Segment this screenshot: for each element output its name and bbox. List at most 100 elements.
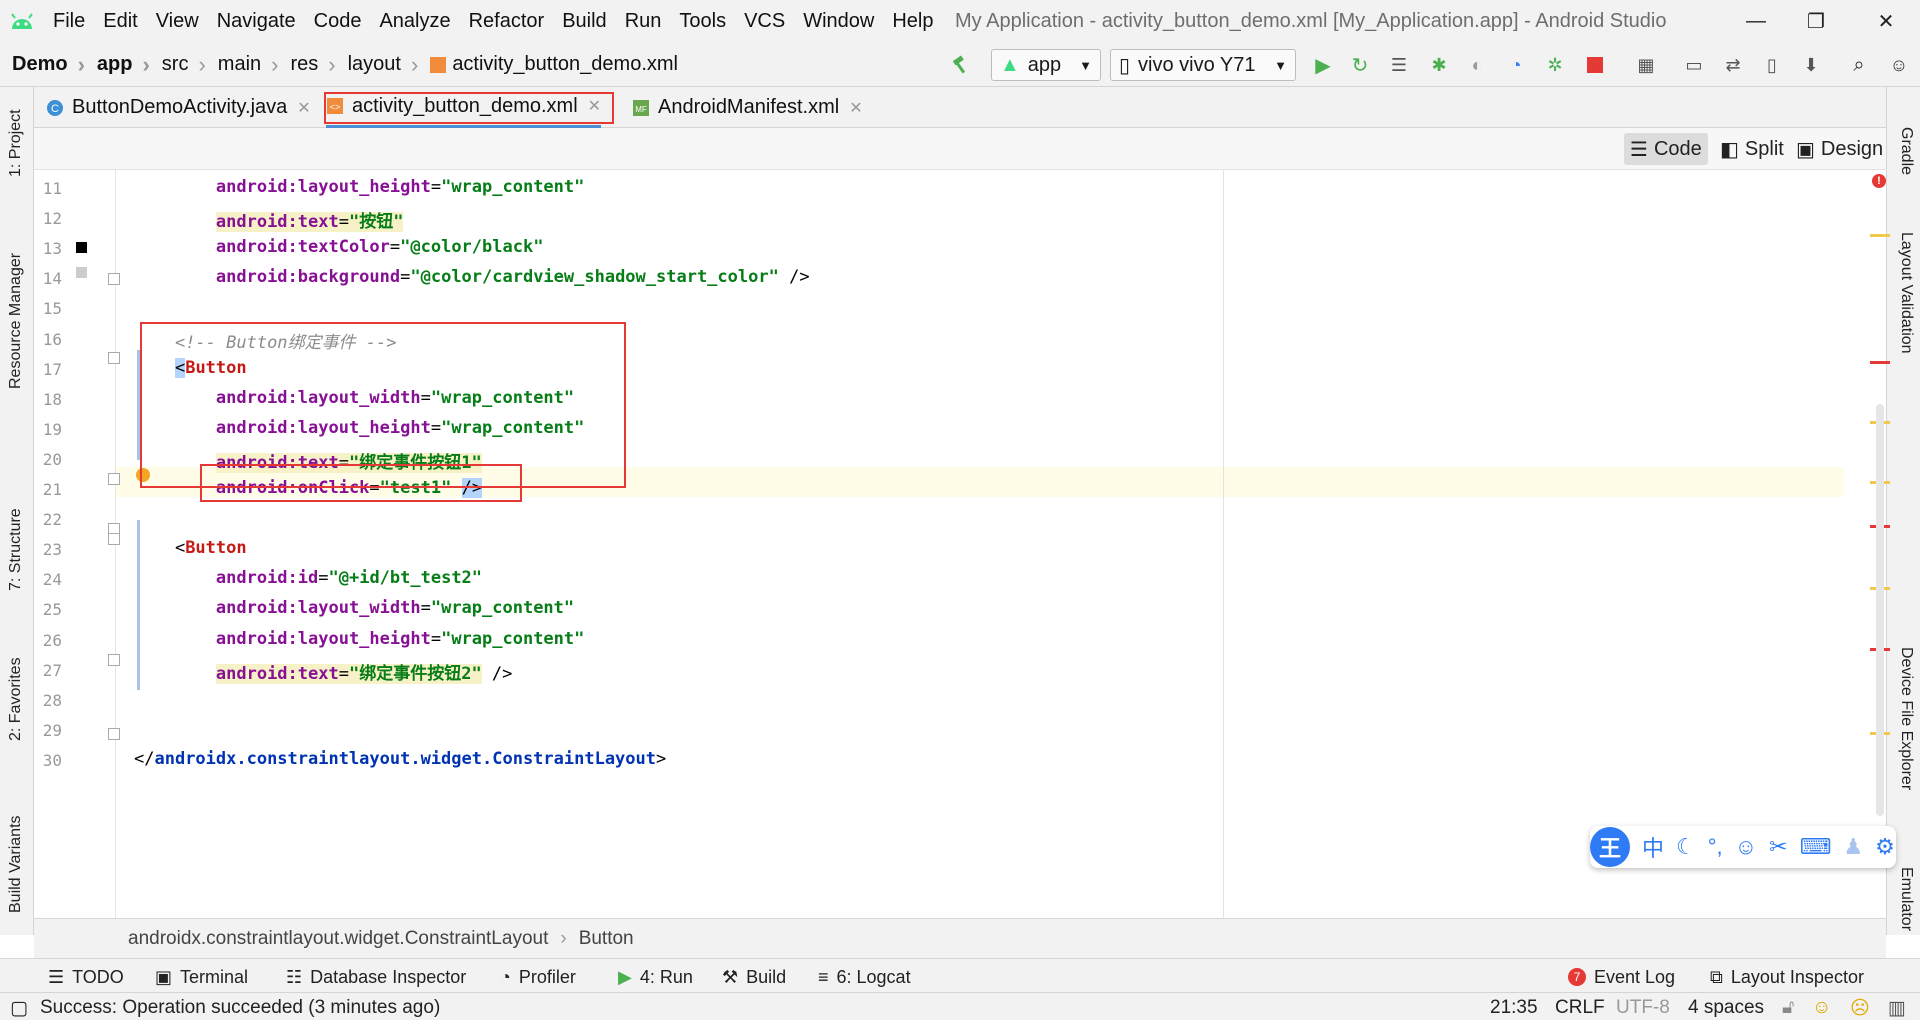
code-line[interactable]: <Button (134, 538, 247, 558)
profiler-tool-button[interactable]: ◔ Profiler (500, 965, 576, 989)
error-marker[interactable] (1870, 361, 1890, 364)
search-icon[interactable]: ⌕ (1848, 54, 1870, 76)
layout-inspector-tool-button[interactable]: ⧉ Layout Inspector (1710, 965, 1864, 989)
lock-icon[interactable]: 🔓︎ (1782, 997, 1794, 1019)
debug-icon[interactable]: ✱ (1428, 54, 1450, 76)
device-file-explorer-tool-button[interactable]: Device File Explorer (1897, 647, 1915, 790)
favorites-tool-button[interactable]: 2: Favorites (7, 657, 25, 741)
apply-code-changes-icon[interactable]: ☰ (1388, 54, 1410, 76)
error-indicator-icon[interactable]: ! (1872, 174, 1886, 188)
attach-debugger-icon[interactable]: ✲ (1544, 54, 1566, 76)
fold-marker-icon[interactable] (108, 352, 120, 364)
close-icon[interactable]: ✕ (1856, 0, 1916, 43)
run-tool-button[interactable]: ▶ 4: Run (618, 965, 693, 989)
emulator-tool-button[interactable]: Emulator (1897, 867, 1915, 931)
breadcrumb-item[interactable]: res › (278, 52, 335, 78)
run-configuration-select[interactable]: ▲ app ▼ (991, 49, 1101, 81)
menu-build[interactable]: Build (553, 10, 615, 33)
file-encoding[interactable]: UTF-8 (1616, 997, 1670, 1019)
code-mode-button[interactable]: ☰ Code (1624, 133, 1708, 165)
status-message[interactable]: Success: Operation succeeded (3 minutes … (40, 997, 440, 1019)
smile-icon[interactable]: ☺ (1812, 997, 1831, 1019)
event-log-tool-button[interactable]: 7 Event Log (1568, 965, 1675, 989)
code-editor[interactable]: 11 12 13 14 15 16 17 18 19 20 21 22 23 24 25 26 27 28 29 30… (34, 170, 1878, 918)
menu-edit[interactable]: Edit (94, 10, 146, 33)
user-icon[interactable]: ♟ (1843, 834, 1863, 860)
punctuation-icon[interactable]: °, (1708, 834, 1723, 860)
close-icon[interactable]: ✕ (297, 98, 310, 118)
menu-vcs[interactable]: VCS (735, 10, 794, 33)
apply-changes-icon[interactable]: ↻ (1349, 54, 1371, 77)
memory-indicator-icon[interactable]: ▥ (1888, 997, 1906, 1020)
breadcrumb-item[interactable]: app › (85, 52, 150, 78)
menu-tools[interactable]: Tools (670, 10, 735, 33)
avatar[interactable]: ☺ (1888, 54, 1910, 76)
line-separator[interactable]: CRLF (1555, 997, 1605, 1019)
indent-setting[interactable]: 4 spaces (1688, 997, 1764, 1019)
design-mode-button[interactable]: ▣ Design (1790, 133, 1889, 165)
todo-tool-button[interactable]: ☰ TODO (48, 965, 124, 989)
close-icon[interactable]: ✕ (849, 98, 862, 118)
project-structure-icon[interactable]: ▦ (1635, 54, 1657, 76)
layout-validation-tool-button[interactable]: Layout Validation (1897, 232, 1915, 354)
avd-manager-icon[interactable]: ▭ (1683, 54, 1705, 76)
breadcrumb-item[interactable]: activity_button_demo.xml (418, 53, 678, 76)
tab-android-manifest[interactable]: MF AndroidManifest.xml ✕ (632, 87, 863, 128)
fold-marker-icon[interactable] (108, 273, 120, 285)
breadcrumb-item[interactable]: androidx.constraintlayout.widget.Constra… (128, 928, 548, 950)
code-line[interactable]: android:layout_height="wrap_content" (134, 177, 584, 197)
coverage-icon[interactable]: ◐ (1466, 54, 1488, 76)
structure-tool-button[interactable]: 7: Structure (7, 508, 25, 591)
error-stripe[interactable] (1844, 170, 1878, 918)
device-select[interactable]: ▯ vivo vivo Y71 ▼ (1110, 49, 1296, 81)
keyboard-icon[interactable]: ⌨ (1800, 834, 1832, 860)
menu-navigate[interactable]: Navigate (208, 10, 305, 33)
project-tool-button[interactable]: 1: Project (7, 109, 25, 177)
menu-run[interactable]: Run (616, 10, 671, 33)
sync-gradle-icon[interactable]: ⇄ (1722, 54, 1744, 76)
build-variants-tool-button[interactable]: Build Variants (7, 815, 25, 913)
code-line[interactable]: </androidx.constraintlayout.widget.Const… (134, 749, 666, 769)
ime-language-mode[interactable]: 中 (1642, 831, 1664, 863)
caret-position[interactable]: 21:35 (1490, 997, 1538, 1019)
code-line[interactable]: android:textColor="@color/black" (134, 237, 544, 257)
breadcrumb-item[interactable]: main › (206, 52, 279, 78)
restore-icon[interactable]: ❐ (1786, 0, 1846, 43)
menu-view[interactable]: View (147, 10, 208, 33)
code-line[interactable]: android:layout_height="wrap_content" (134, 629, 584, 649)
terminal-tool-button[interactable]: ▣ Terminal (155, 965, 248, 989)
resource-manager-tool-button[interactable]: Resource Manager (7, 253, 25, 389)
frown-icon[interactable]: ☹ (1850, 997, 1870, 1020)
split-mode-button[interactable]: ◧ Split (1714, 133, 1790, 165)
toggle-tool-windows-icon[interactable]: ▢ (10, 997, 28, 1020)
menu-code[interactable]: Code (305, 10, 371, 33)
gradle-tool-button[interactable]: Gradle (1897, 127, 1915, 175)
breadcrumb-item[interactable]: Demo › (0, 52, 85, 78)
breadcrumb-item[interactable]: layout › (336, 52, 419, 78)
menu-analyze[interactable]: Analyze (370, 10, 459, 33)
menu-help[interactable]: Help (883, 10, 942, 33)
breadcrumb-item[interactable]: Button (579, 928, 634, 950)
minimize-icon[interactable]: — (1726, 0, 1786, 43)
build-tool-button[interactable]: ⚒ Build (722, 965, 786, 989)
make-project-hammer-icon[interactable] (950, 54, 972, 76)
fold-marker-icon[interactable] (108, 533, 120, 545)
code-line[interactable]: android:background="@color/cardview_shad… (134, 267, 810, 287)
moon-icon[interactable]: ☾ (1676, 834, 1696, 860)
fold-marker-icon[interactable] (108, 728, 120, 740)
device-manager-icon[interactable]: ▯ (1761, 54, 1783, 76)
fold-marker-icon[interactable] (108, 654, 120, 666)
code-line[interactable]: android:text="按钮" (134, 207, 404, 232)
gear-icon[interactable]: ⚙ (1875, 834, 1895, 860)
vertical-scrollbar[interactable] (1876, 404, 1884, 816)
run-icon[interactable]: ▶ (1312, 54, 1334, 77)
tab-button-demo-activity[interactable]: C ButtonDemoActivity.java ✕ (46, 87, 311, 128)
warning-marker[interactable] (1870, 234, 1890, 237)
code-line[interactable]: android:text="绑定事件按钮2" /> (134, 659, 512, 684)
menu-refactor[interactable]: Refactor (460, 10, 554, 33)
menu-file[interactable]: File (44, 10, 94, 33)
sdk-manager-icon[interactable]: ⬇ (1800, 54, 1822, 76)
scissors-icon[interactable]: ✂ (1769, 834, 1787, 860)
stop-icon[interactable] (1584, 54, 1606, 76)
database-inspector-tool-button[interactable]: ☷ Database Inspector (286, 965, 466, 989)
